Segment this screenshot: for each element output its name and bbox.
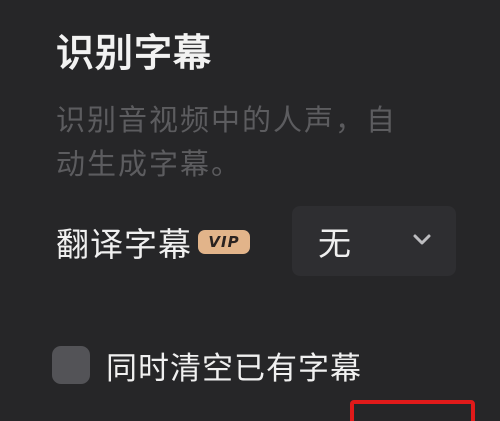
- translate-subtitle-label: 翻译字幕: [56, 225, 192, 264]
- translate-language-value: 无: [318, 224, 351, 263]
- clear-existing-subtitles-option[interactable]: 同时清空已有字幕: [52, 340, 362, 390]
- clear-existing-subtitles-label: 同时清空已有字幕: [106, 350, 362, 387]
- description-line-2: 动生成字幕。: [56, 147, 243, 181]
- vip-badge: VIP: [198, 230, 250, 254]
- translate-subtitle-row: 翻译字幕 VIP: [56, 210, 250, 274]
- chevron-down-icon: [413, 234, 431, 245]
- subtitle-recognition-panel: 识别字幕 识别音视频中的人声，自 动生成字幕。 翻译字幕 VIP 无 同时清空已…: [0, 0, 500, 421]
- highlighted-action-button[interactable]: [350, 400, 475, 421]
- description-line-1: 识别音视频中的人声，自: [56, 103, 398, 137]
- panel-title: 识别字幕: [56, 31, 213, 75]
- clear-existing-subtitles-checkbox[interactable]: [52, 346, 90, 384]
- panel-description: 识别音视频中的人声，自 动生成字幕。: [56, 98, 456, 186]
- translate-language-select[interactable]: 无: [292, 206, 456, 276]
